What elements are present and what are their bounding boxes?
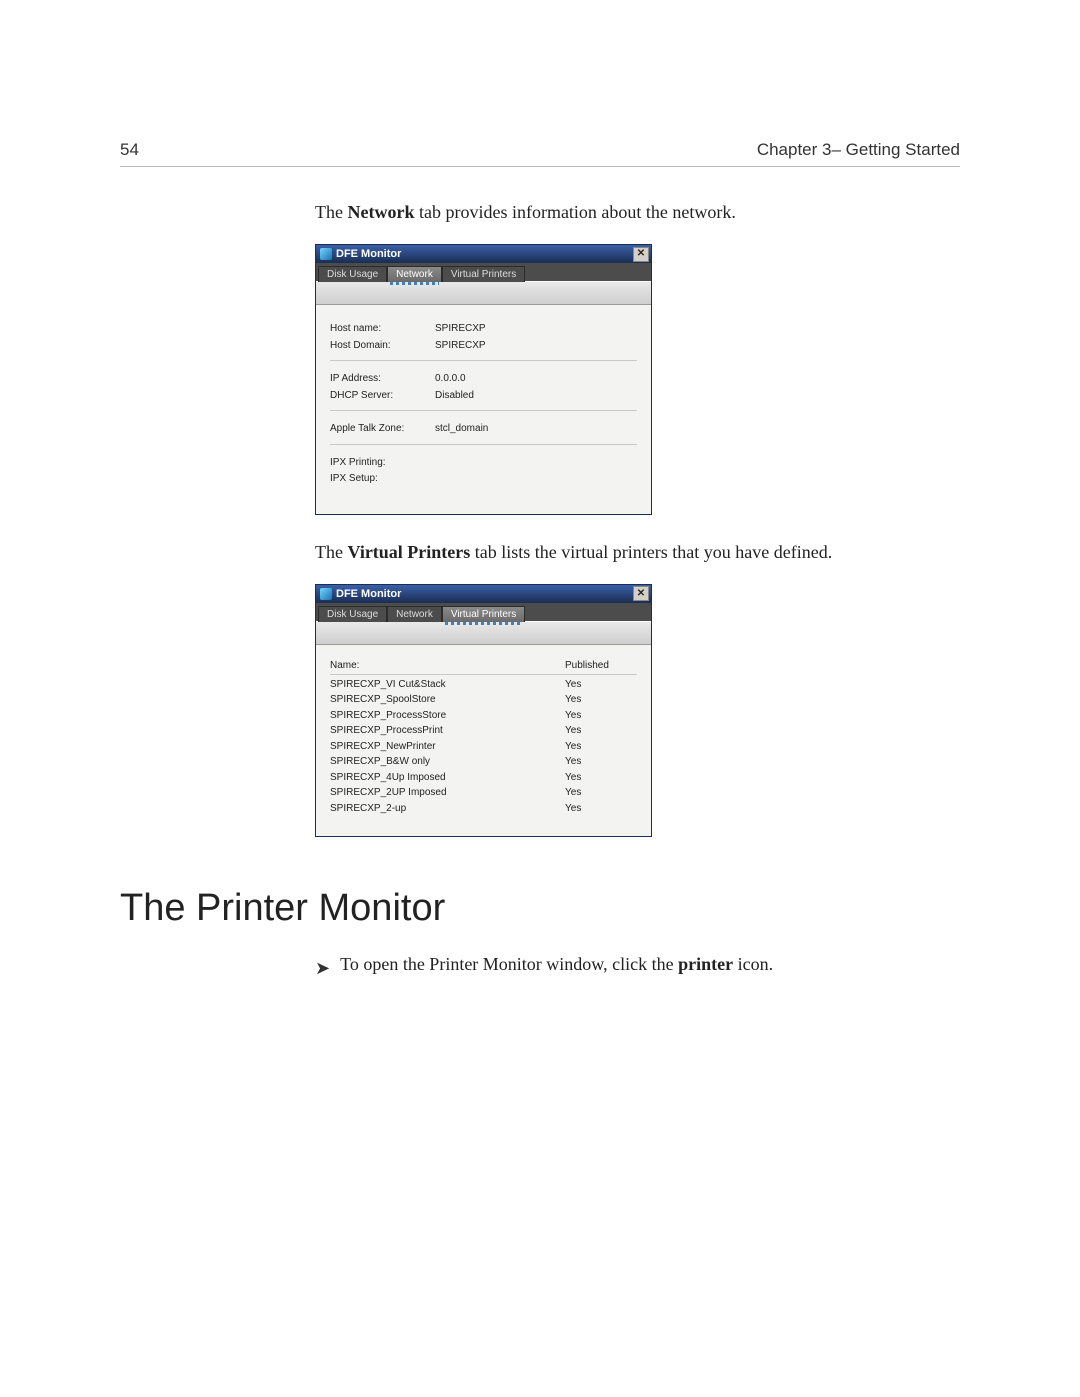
document-page: 54 Chapter 3– Getting Started The Networ…	[0, 0, 1080, 1397]
tab-bar: Disk Usage Network Virtual Printers	[316, 263, 651, 281]
close-button[interactable]: ✕	[633, 247, 649, 262]
instruction: ➤ To open the Printer Monitor window, cl…	[315, 954, 960, 983]
vp-table-body: SPIRECXP_VI Cut&StackYes SPIRECXP_SpoolS…	[330, 675, 637, 817]
text: icon.	[733, 954, 773, 974]
vp-name: SPIRECXP_4Up Imposed	[330, 770, 565, 786]
vp-published: Yes	[565, 785, 637, 801]
row-ipx-printing: IPX Printing:	[330, 455, 637, 472]
vp-name: SPIRECXP_ProcessPrint	[330, 723, 565, 739]
text: tab lists the virtual printers that you …	[470, 542, 832, 562]
vp-published: Yes	[565, 692, 637, 708]
vp-published: Yes	[565, 801, 637, 817]
value: SPIRECXP	[435, 321, 637, 338]
app-icon	[320, 248, 332, 260]
tab-network[interactable]: Network	[387, 266, 442, 282]
value	[435, 455, 637, 472]
toolstrip	[316, 281, 651, 305]
vp-published: Yes	[565, 754, 637, 770]
label: Apple Talk Zone:	[330, 421, 435, 438]
titlebar: DFE Monitor ✕	[316, 245, 651, 263]
vp-name: SPIRECXP_ProcessStore	[330, 708, 565, 724]
vp-name: SPIRECXP_SpoolStore	[330, 692, 565, 708]
section-heading: The Printer Monitor	[120, 887, 960, 930]
value: SPIRECXP	[435, 338, 637, 355]
table-row: SPIRECXP_SpoolStoreYes	[330, 692, 637, 708]
titlebar: DFE Monitor ✕	[316, 585, 651, 603]
table-row: SPIRECXP_ProcessStoreYes	[330, 708, 637, 724]
table-row: SPIRECXP_ProcessPrintYes	[330, 723, 637, 739]
vp-name: SPIRECXP_NewPrinter	[330, 739, 565, 755]
vp-name: SPIRECXP_2UP Imposed	[330, 785, 565, 801]
value: 0.0.0.0	[435, 371, 637, 388]
row-host-domain: Host Domain:SPIRECXP	[330, 338, 637, 355]
content-column: The Network tab provides information abo…	[315, 199, 960, 837]
table-row: SPIRECXP_NewPrinterYes	[330, 739, 637, 755]
page-header: 54 Chapter 3– Getting Started	[120, 140, 960, 167]
vp-published: Yes	[565, 723, 637, 739]
text: The	[315, 202, 347, 222]
arrow-icon: ➤	[315, 954, 330, 983]
table-row: SPIRECXP_4Up ImposedYes	[330, 770, 637, 786]
row-host-name: Host name:SPIRECXP	[330, 321, 637, 338]
network-panel: Host name:SPIRECXP Host Domain:SPIRECXP …	[316, 305, 651, 514]
label: DHCP Server:	[330, 388, 435, 405]
table-row: SPIRECXP_VI Cut&StackYes	[330, 677, 637, 693]
text-bold: printer	[678, 954, 733, 974]
tab-bar: Disk Usage Network Virtual Printers	[316, 603, 651, 621]
value: Disabled	[435, 388, 637, 405]
label: Host name:	[330, 321, 435, 338]
dfe-monitor-window-vp: DFE Monitor ✕ Disk Usage Network Virtual…	[315, 584, 652, 838]
col-name: Name:	[330, 660, 565, 671]
chapter-title: Chapter 3– Getting Started	[757, 140, 960, 160]
app-icon	[320, 588, 332, 600]
row-appletalk-zone: Apple Talk Zone:stcl_domain	[330, 421, 637, 438]
tab-disk-usage[interactable]: Disk Usage	[318, 606, 387, 622]
label: Host Domain:	[330, 338, 435, 355]
col-published: Published	[565, 660, 637, 671]
row-ip-address: IP Address:0.0.0.0	[330, 371, 637, 388]
instruction-text: To open the Printer Monitor window, clic…	[340, 954, 773, 975]
tab-virtual-printers[interactable]: Virtual Printers	[442, 606, 525, 622]
value: stcl_domain	[435, 421, 637, 438]
dfe-monitor-window-network: DFE Monitor ✕ Disk Usage Network Virtual…	[315, 244, 652, 515]
vp-panel: Name: Published SPIRECXP_VI Cut&StackYes…	[316, 645, 651, 837]
table-row: SPIRECXP_2-upYes	[330, 801, 637, 817]
vp-name: SPIRECXP_VI Cut&Stack	[330, 677, 565, 693]
table-row: SPIRECXP_2UP ImposedYes	[330, 785, 637, 801]
text-bold: Network	[347, 202, 414, 222]
vp-published: Yes	[565, 770, 637, 786]
vp-name: SPIRECXP_2-up	[330, 801, 565, 817]
tab-disk-usage[interactable]: Disk Usage	[318, 266, 387, 282]
row-ipx-setup: IPX Setup:	[330, 471, 637, 488]
network-intro: The Network tab provides information abo…	[315, 199, 960, 226]
tab-network[interactable]: Network	[387, 606, 442, 622]
vp-published: Yes	[565, 677, 637, 693]
vp-published: Yes	[565, 739, 637, 755]
text: The	[315, 542, 347, 562]
window-title: DFE Monitor	[336, 248, 401, 260]
row-dhcp-server: DHCP Server:Disabled	[330, 388, 637, 405]
vp-name: SPIRECXP_B&W only	[330, 754, 565, 770]
text: To open the Printer Monitor window, clic…	[340, 954, 678, 974]
page-number: 54	[120, 140, 139, 160]
tab-virtual-printers[interactable]: Virtual Printers	[442, 266, 525, 282]
label: IP Address:	[330, 371, 435, 388]
window-title: DFE Monitor	[336, 588, 401, 600]
text: tab provides information about the netwo…	[414, 202, 735, 222]
table-row: SPIRECXP_B&W onlyYes	[330, 754, 637, 770]
vp-intro: The Virtual Printers tab lists the virtu…	[315, 539, 960, 566]
vp-published: Yes	[565, 708, 637, 724]
close-button[interactable]: ✕	[633, 586, 649, 601]
text-bold: Virtual Printers	[347, 542, 470, 562]
value	[435, 471, 637, 488]
label: IPX Setup:	[330, 471, 435, 488]
vp-table-header: Name: Published	[330, 657, 637, 675]
label: IPX Printing:	[330, 455, 435, 472]
